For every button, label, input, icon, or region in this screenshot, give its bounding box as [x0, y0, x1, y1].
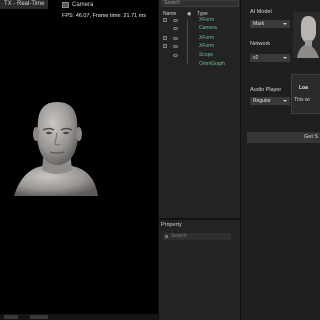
stage-search-input[interactable]: Search [161, 0, 239, 7]
bottom-button-2[interactable] [30, 315, 48, 319]
app-root: TX - Real-Time Camera FPS: 46.07, Frame … [0, 0, 320, 320]
audio2face-panel: AI Model Mark Network v2 Audio Player Re… [240, 0, 320, 320]
audio-player-dropdown[interactable]: Regular [250, 97, 290, 105]
bottom-button-1[interactable] [4, 315, 18, 319]
load-dialog-text: This wi [294, 97, 310, 103]
stage-row[interactable]: Camera [163, 25, 217, 31]
load-dialog-title: Loa [299, 85, 308, 91]
visibility-eye-icon[interactable] [173, 18, 178, 22]
property-panel: Property Search [158, 218, 240, 320]
audio-player-value: Regular [253, 98, 271, 104]
get-button[interactable]: Get S [247, 132, 320, 143]
row-checkbox[interactable] [163, 18, 167, 22]
fps-readout: FPS: 46.07, Frame time: 21.71 ms [62, 13, 147, 19]
chevron-down-icon [283, 23, 287, 25]
row-type: XForm [199, 43, 214, 49]
stage-row[interactable]: Scope [163, 52, 213, 58]
audio-player-label: Audio Player [250, 87, 282, 93]
stage-row[interactable]: XForm [163, 17, 214, 23]
viewport-bottom-bar [0, 314, 158, 320]
visibility-eye-icon[interactable] [173, 26, 178, 30]
row-checkbox[interactable] [163, 44, 167, 48]
ai-model-label: AI Model [250, 9, 272, 15]
row-checkbox[interactable] [163, 36, 167, 40]
camera-selector[interactable]: Camera [62, 0, 93, 9]
row-type: OmniGraph [199, 61, 225, 67]
row-type: Camera [199, 25, 217, 31]
row-type: Scope [199, 52, 214, 58]
viewport[interactable]: TX - Real-Time Camera FPS: 46.07, Frame … [0, 0, 158, 320]
column-eye-icon: ◉ [187, 11, 192, 17]
row-type: XForm [199, 17, 214, 23]
camera-icon [62, 1, 69, 8]
row-type: XForm [199, 35, 214, 41]
stage-row[interactable]: XForm [163, 43, 214, 49]
load-dialog: Loa This wi [291, 74, 320, 114]
model-portrait [293, 12, 320, 58]
property-tab[interactable]: Property [161, 222, 182, 228]
network-value: v2 [253, 55, 259, 61]
tree-line [187, 20, 188, 64]
ai-model-value: Mark [253, 21, 265, 27]
stage-panel: Search Name ◉ Type XForm Camera XForm XF… [158, 0, 240, 218]
chevron-down-icon [283, 57, 287, 59]
property-search-placeholder: Search [171, 233, 187, 239]
stage-row[interactable]: OmniGraph [163, 61, 225, 67]
viewport-tab[interactable]: TX - Real-Time [0, 0, 49, 9]
camera-label: Camera [72, 1, 94, 8]
network-dropdown[interactable]: v2 [250, 54, 290, 62]
property-search-input[interactable]: Search [163, 233, 231, 240]
search-icon [165, 235, 168, 238]
network-label: Network [250, 41, 271, 47]
visibility-eye-icon[interactable] [173, 36, 178, 40]
visibility-eye-icon[interactable] [173, 44, 178, 48]
head-model[interactable] [12, 100, 102, 200]
visibility-eye-icon[interactable] [173, 53, 178, 57]
ai-model-dropdown[interactable]: Mark [250, 20, 290, 28]
chevron-down-icon [283, 100, 287, 102]
stage-row[interactable]: XForm [163, 35, 214, 41]
